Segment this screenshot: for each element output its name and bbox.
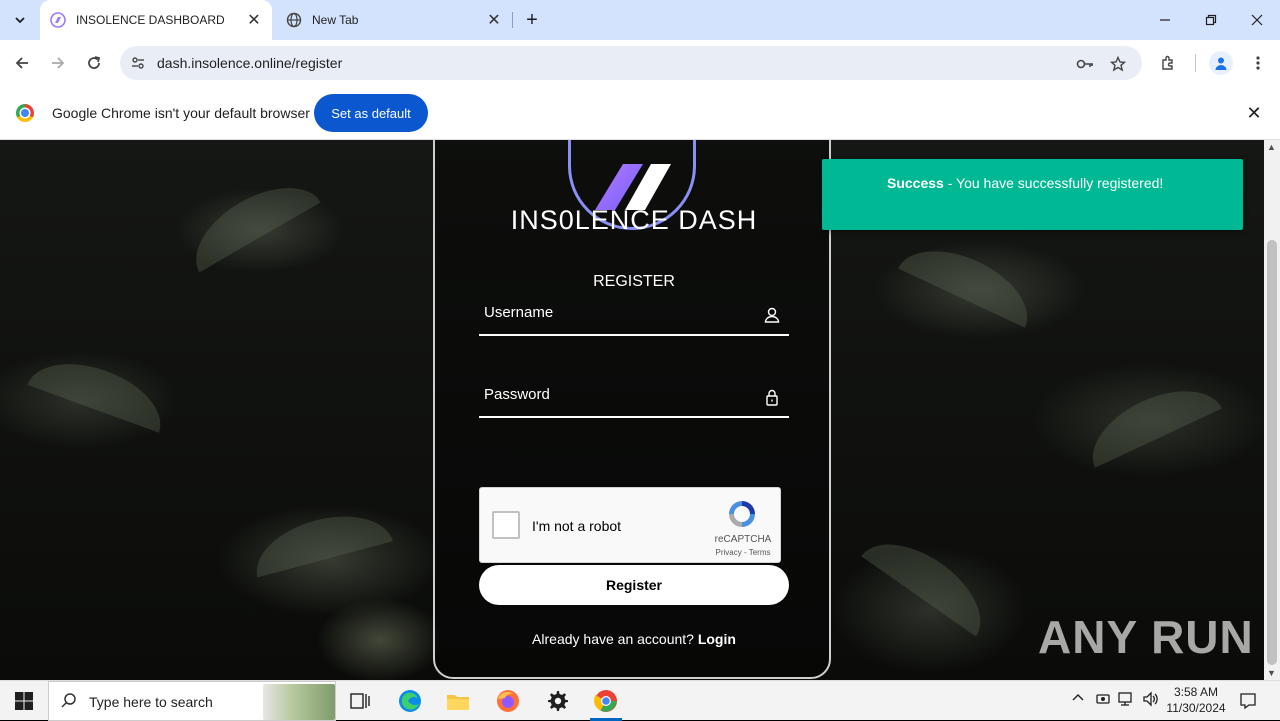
system-clock[interactable]: 3:58 AM 11/30/2024: [1160, 684, 1232, 716]
show-hidden-icons-chevron-icon[interactable]: [1071, 691, 1085, 708]
login-prompt-text: Already have an account?: [532, 631, 694, 647]
set-as-default-button[interactable]: Set as default: [314, 94, 428, 132]
meet-now-icon[interactable]: [1095, 691, 1111, 710]
infobar-close-icon[interactable]: ✕: [1244, 103, 1264, 123]
recaptcha-logo-icon: [729, 501, 755, 527]
recaptcha-checkbox[interactable]: [492, 511, 520, 539]
forward-arrow-icon[interactable]: [42, 47, 74, 79]
scrollbar-thumb[interactable]: [1267, 240, 1277, 665]
toolbar-separator: [1195, 54, 1196, 72]
login-prompt: Already have an account? Login: [435, 631, 833, 647]
clock-time: 3:58 AM: [1173, 685, 1219, 699]
lock-icon: [766, 389, 778, 406]
search-placeholder: Type here to search: [89, 694, 213, 710]
user-icon: [764, 307, 780, 323]
tab-search-chevron-icon[interactable]: [8, 8, 32, 32]
firefox-icon[interactable]: [484, 681, 532, 721]
address-bar[interactable]: dash.insolence.online/register: [120, 46, 1142, 80]
default-browser-infobar: Google Chrome isn't your default browser…: [0, 86, 1280, 140]
browser-toolbar: dash.insolence.online/register: [0, 40, 1280, 86]
recaptcha-widget: I'm not a robot reCAPTCHA Privacy - Term…: [479, 487, 781, 563]
notification-center-icon[interactable]: [1236, 689, 1260, 713]
globe-icon: [286, 12, 302, 28]
extensions-puzzle-icon[interactable]: [1155, 50, 1181, 76]
username-placeholder: Username: [484, 304, 554, 321]
recaptcha-privacy-terms-link[interactable]: Privacy - Terms: [708, 548, 778, 557]
window-close-icon[interactable]: [1234, 0, 1280, 40]
register-heading: REGISTER: [593, 273, 675, 290]
scroll-up-arrow-icon[interactable]: ▲: [1267, 142, 1276, 152]
taskbar-search-box[interactable]: Type here to search: [48, 681, 336, 721]
url-text: dash.insolence.online/register: [157, 55, 343, 71]
chrome-taskbar-icon[interactable]: [582, 681, 630, 721]
brand-title: INS0LENCE DASH: [510, 205, 758, 235]
success-toast[interactable]: Success - You have successfully register…: [822, 159, 1243, 230]
infobar-message: Google Chrome isn't your default browser: [52, 105, 310, 121]
toast-text: Success - You have successfully register…: [887, 173, 1187, 194]
password-key-icon[interactable]: [1074, 53, 1096, 75]
tab-insolence-dashboard[interactable]: INSOLENCE DASHBOARD ✕: [40, 0, 272, 40]
settings-gear-icon[interactable]: [534, 681, 582, 721]
anyrun-watermark: ANY RUN: [1038, 611, 1254, 663]
volume-speaker-icon[interactable]: [1142, 691, 1160, 710]
network-icon[interactable]: [1118, 691, 1136, 710]
background-leaf: [861, 523, 999, 637]
windows-start-icon[interactable]: [0, 681, 48, 721]
windows-taskbar: Type here to search 3:58 AM 11/30/2024: [0, 680, 1280, 721]
login-link[interactable]: Login: [698, 631, 736, 647]
restore-icon[interactable]: [1188, 0, 1234, 40]
search-icon: [61, 692, 77, 713]
background-leaf: [1078, 372, 1222, 468]
site-settings-icon[interactable]: [128, 53, 148, 73]
background-leaf: [898, 232, 1042, 328]
scroll-down-arrow-icon[interactable]: ▼: [1267, 668, 1276, 678]
insolence-favicon-icon: [50, 12, 66, 28]
toast-title: Success: [887, 175, 944, 191]
file-explorer-icon[interactable]: [434, 681, 482, 721]
tab-strip: INSOLENCE DASHBOARD ✕ New Tab ✕ +: [0, 0, 1280, 40]
tab-separator: [512, 12, 513, 28]
background-leaf: [27, 347, 173, 433]
bookmark-star-icon[interactable]: [1107, 53, 1129, 75]
register-button[interactable]: Register: [479, 565, 789, 605]
chrome-menu-icon[interactable]: [1245, 50, 1271, 76]
edge-browser-icon[interactable]: [386, 681, 434, 721]
insolence-logo-icon: [595, 164, 671, 210]
password-field[interactable]: Password: [479, 374, 789, 418]
recaptcha-brand: reCAPTCHA: [714, 534, 772, 545]
tab-title: INSOLENCE DASHBOARD: [76, 13, 225, 27]
tab-close-icon[interactable]: ✕: [244, 10, 264, 30]
page-viewport: INS0LENCE DASH REGISTER Username Passwor…: [0, 140, 1264, 680]
register-card: INS0LENCE DASH REGISTER Username Passwor…: [433, 140, 831, 679]
new-tab-plus-icon[interactable]: +: [520, 8, 544, 32]
tab-new-tab[interactable]: New Tab ✕: [276, 0, 512, 40]
background-leaf: [247, 502, 393, 578]
minimize-icon[interactable]: [1142, 0, 1188, 40]
tab-close-icon[interactable]: ✕: [484, 10, 504, 30]
recaptcha-label: I'm not a robot: [532, 518, 622, 534]
background-leaf: [179, 167, 321, 273]
clock-date: 11/30/2024: [1166, 701, 1226, 715]
tab-title: New Tab: [312, 13, 359, 27]
reload-icon[interactable]: [78, 47, 110, 79]
chrome-logo-icon: [16, 104, 34, 122]
back-arrow-icon[interactable]: [6, 47, 38, 79]
profile-avatar-icon[interactable]: [1209, 51, 1233, 75]
password-placeholder: Password: [484, 386, 550, 403]
search-highlight-image: [263, 684, 335, 720]
task-view-icon[interactable]: [336, 681, 384, 721]
username-field[interactable]: Username: [479, 292, 789, 336]
vertical-scrollbar[interactable]: ▲ ▼: [1264, 140, 1280, 680]
toast-message: - You have successfully registered!: [947, 175, 1164, 191]
